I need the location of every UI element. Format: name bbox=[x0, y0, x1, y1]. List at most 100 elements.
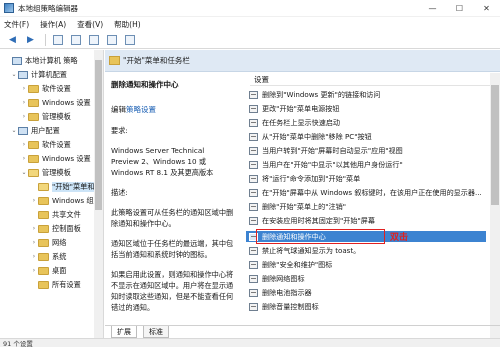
tree-item-system[interactable]: › 系统 bbox=[30, 250, 66, 263]
setting-row[interactable]: 禁止将气球通知显示为 toast。 bbox=[246, 245, 486, 256]
user-icon bbox=[18, 126, 28, 135]
setting-row[interactable]: 当用户在"开始"中显示"以其他用户身份运行" bbox=[246, 159, 486, 170]
chevron-down-icon[interactable]: ⌄ bbox=[20, 169, 28, 176]
policy-title: 删除通知和操作中心 bbox=[111, 80, 179, 89]
setting-row[interactable]: 更改"开始"菜单电源按钮 bbox=[246, 103, 486, 114]
tree-item-windows-components[interactable]: › Windows 组 bbox=[30, 194, 94, 207]
scrollbar-thumb[interactable] bbox=[95, 60, 102, 210]
setting-row[interactable]: 删除到"Windows 更新"的链接和访问 bbox=[246, 89, 486, 100]
chevron-right-icon[interactable]: › bbox=[30, 239, 38, 246]
minimize-button[interactable]: — bbox=[419, 0, 446, 17]
folder-icon bbox=[38, 238, 49, 247]
folder-icon bbox=[38, 196, 49, 205]
tab-standard[interactable]: 标准 bbox=[143, 326, 169, 338]
setting-row[interactable]: 删除"开始"菜单上的"注销" bbox=[246, 201, 486, 212]
tree-item-user-admin-templates[interactable]: ⌄ 管理模板 bbox=[20, 166, 71, 179]
tree-item-shared-folders[interactable]: 共享文件 bbox=[30, 208, 81, 221]
description-paragraph-2: 通知区域位于任务栏的最远端，其中包括当前通知和系统时钟的图标。 bbox=[111, 239, 234, 259]
setting-row[interactable]: 删除音量控制图标 bbox=[246, 301, 486, 312]
tree-item-admin-templates[interactable]: › 管理模板 bbox=[20, 110, 71, 123]
chevron-right-icon[interactable]: › bbox=[20, 113, 28, 120]
tree-item-network[interactable]: › 网络 bbox=[30, 236, 66, 249]
setting-row[interactable]: 从"开始"菜单中删除"移除 PC"按钮 bbox=[246, 131, 486, 142]
show-hide-tree-button[interactable] bbox=[50, 33, 65, 47]
folder-open-icon bbox=[28, 168, 39, 177]
tree-item-all-settings[interactable]: 所有设置 bbox=[30, 278, 81, 291]
tree-item-local-policy[interactable]: 本地计算机 策略 bbox=[4, 54, 78, 67]
chevron-right-icon[interactable]: › bbox=[20, 85, 28, 92]
tree-scrollbar[interactable] bbox=[94, 50, 103, 338]
close-button[interactable]: ✕ bbox=[473, 0, 500, 17]
folder-icon bbox=[38, 224, 49, 233]
tree-item-label: Windows 设置 bbox=[42, 97, 91, 107]
policy-setting-icon bbox=[249, 288, 258, 297]
setting-label: 在安装应用时将其固定到"开始"屏幕 bbox=[262, 215, 375, 225]
menu-file[interactable]: 文件(F) bbox=[4, 19, 29, 30]
policy-setting-icon bbox=[249, 104, 258, 113]
back-button[interactable]: ◀ bbox=[5, 33, 20, 47]
settings-list: 删除到"Windows 更新"的链接和访问 更改"开始"菜单电源按钮 在任务栏上… bbox=[246, 88, 490, 338]
computer-icon bbox=[12, 56, 22, 65]
settings-column-header[interactable]: 设置 bbox=[250, 73, 490, 86]
tree-item-user-config[interactable]: ⌄ 用户配置 bbox=[10, 124, 60, 137]
setting-label: 在"开始"屏幕中从 Windows 叙标键时，在该用户正在使用的显示器... bbox=[262, 187, 482, 197]
chevron-right-icon[interactable]: › bbox=[20, 99, 28, 106]
policy-setting-icon bbox=[249, 302, 258, 311]
chevron-right-icon[interactable]: › bbox=[30, 197, 38, 204]
title-bar: 本地组策略编辑器 — ☐ ✕ bbox=[0, 0, 500, 17]
chevron-right-icon[interactable]: › bbox=[30, 267, 38, 274]
chevron-down-icon[interactable]: ⌄ bbox=[10, 127, 18, 134]
help-icon bbox=[88, 34, 99, 45]
setting-row[interactable]: 删除电池指示器 bbox=[246, 287, 486, 298]
help-button[interactable] bbox=[86, 33, 101, 47]
setting-label: 删除"开始"菜单上的"注销" bbox=[262, 201, 346, 211]
chevron-right-icon[interactable]: › bbox=[20, 141, 28, 148]
tree-item-computer-config[interactable]: ⌄ 计算机配置 bbox=[10, 68, 67, 81]
tree-item-start-menu-taskbar[interactable]: "开始"菜单和 bbox=[30, 180, 95, 193]
policy-setting-icon bbox=[249, 174, 258, 183]
edit-policy-link[interactable]: 策略设置 bbox=[126, 105, 156, 114]
window-title: 本地组策略编辑器 bbox=[18, 3, 78, 13]
policy-setting-icon bbox=[249, 216, 258, 225]
filter-button[interactable] bbox=[122, 33, 137, 47]
setting-row[interactable]: 当用户转到"开始"屏幕时自动显示"应用"视图 bbox=[246, 145, 486, 156]
edit-prefix: 编辑 bbox=[111, 105, 126, 114]
menu-action[interactable]: 操作(A) bbox=[40, 19, 66, 30]
double-click-annotation: 双击 bbox=[390, 233, 409, 243]
scrollbar-thumb[interactable] bbox=[491, 85, 499, 205]
toolbar: ◀ ▶ bbox=[0, 31, 500, 49]
tab-extended[interactable]: 扩展 bbox=[111, 326, 137, 338]
maximize-button[interactable]: ☐ bbox=[446, 0, 473, 17]
settings-scrollbar[interactable] bbox=[490, 73, 500, 338]
forward-button[interactable]: ▶ bbox=[23, 33, 38, 47]
tree-item-label: 桌面 bbox=[52, 265, 67, 275]
status-bar: 91 个设置 bbox=[0, 338, 500, 347]
menu-help[interactable]: 帮助(H) bbox=[114, 19, 141, 30]
menu-view[interactable]: 查看(V) bbox=[77, 19, 103, 30]
tree-item-software-settings[interactable]: › 软件设置 bbox=[20, 82, 71, 95]
setting-row[interactable]: 将"运行"命令添加到"开始"菜单 bbox=[246, 173, 486, 184]
export-list-button[interactable] bbox=[104, 33, 119, 47]
chevron-down-icon[interactable]: ⌄ bbox=[10, 71, 18, 78]
setting-row[interactable]: 删除网络图标 bbox=[246, 273, 486, 284]
setting-row[interactable]: 在安装应用时将其固定到"开始"屏幕 bbox=[246, 215, 486, 226]
tree-item-label: 系统 bbox=[52, 251, 67, 261]
tree-item-control-panel[interactable]: › 控制面板 bbox=[30, 222, 81, 235]
tree-item-desktop[interactable]: › 桌面 bbox=[30, 264, 66, 277]
setting-label: 将"运行"命令添加到"开始"菜单 bbox=[262, 173, 361, 183]
setting-label: 禁止将气球通知显示为 toast。 bbox=[262, 245, 361, 255]
setting-label: 删除"安全和维护"图标 bbox=[262, 259, 333, 269]
chevron-right-icon[interactable]: › bbox=[20, 155, 28, 162]
edit-policy-line: 编辑策略设置 bbox=[111, 104, 234, 115]
setting-row[interactable]: 在"开始"屏幕中从 Windows 叙标键时，在该用户正在使用的显示器... bbox=[246, 187, 486, 198]
setting-row[interactable]: 在任务栏上显示快速启动 bbox=[246, 117, 486, 128]
chevron-right-icon[interactable]: › bbox=[30, 253, 38, 260]
tree-item-windows-settings[interactable]: › Windows 设置 bbox=[20, 96, 91, 109]
tree-item-user-windows-settings[interactable]: › Windows 设置 bbox=[20, 152, 91, 165]
setting-row[interactable]: 删除"安全和维护"图标 bbox=[246, 259, 486, 270]
tree-item-label: 本地计算机 策略 bbox=[25, 55, 78, 65]
window-controls: — ☐ ✕ bbox=[419, 0, 500, 17]
properties-button[interactable] bbox=[68, 33, 83, 47]
chevron-right-icon[interactable]: › bbox=[30, 225, 38, 232]
tree-item-user-software-settings[interactable]: › 软件设置 bbox=[20, 138, 71, 151]
